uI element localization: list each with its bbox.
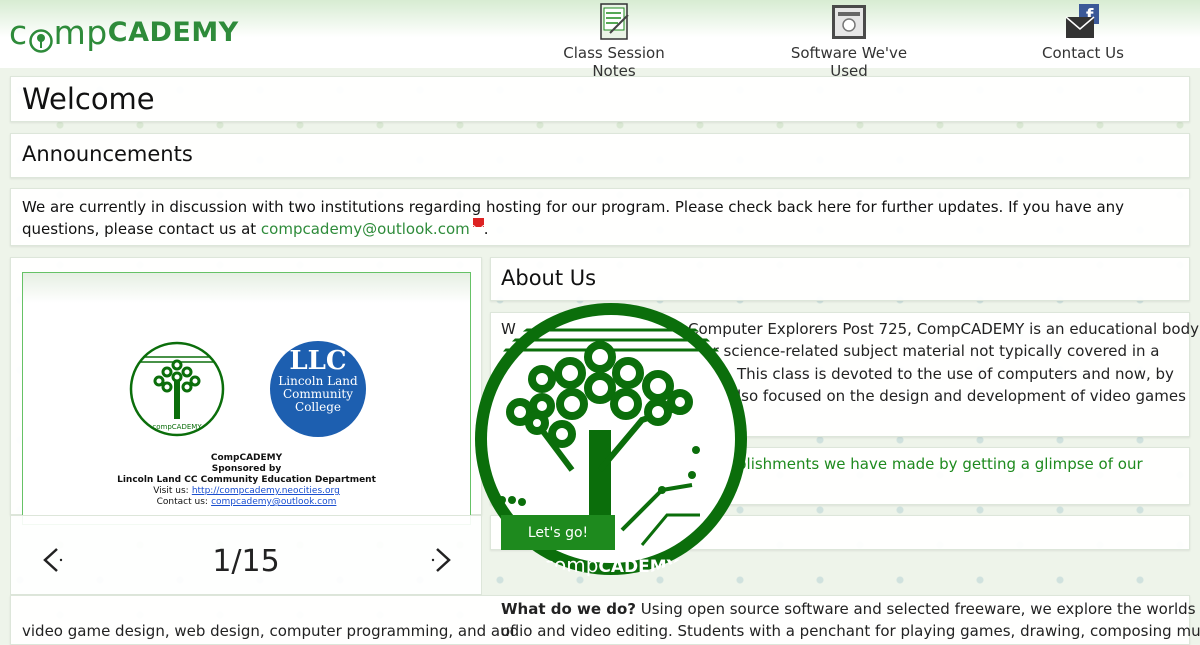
nav-label: Contact Us: [1042, 44, 1124, 62]
slide-image[interactable]: compCADEMY LLC Lincoln Land Community Co…: [22, 272, 471, 525]
contact-mail-icon: f: [1065, 3, 1101, 41]
nav-class-session-notes[interactable]: Class Session Notes: [544, 3, 684, 80]
announcements-title: Announcements: [22, 142, 193, 166]
small-logo-text: compCADEMY: [152, 423, 202, 431]
about-line-3: This class is devoted to the use of comp…: [737, 365, 1174, 383]
about-line-4: lso focused on the design and developmen…: [737, 387, 1186, 405]
site-logo[interactable]: c mp CADEMY: [9, 12, 239, 53]
slide-caption: CompCADEMY Sponsored by Lincoln Land CC …: [23, 453, 470, 508]
llcc-monogram: LLC: [289, 346, 347, 376]
welcome-heading: Welcome: [10, 76, 1190, 122]
notes-icon: [596, 3, 632, 41]
caption-contact: Contact us: compcademy@outlook.com: [23, 497, 470, 508]
about-title: About Us: [501, 266, 597, 290]
circle-logo-text-2: CADEMY: [598, 557, 679, 577]
announcement-end: .: [483, 220, 489, 238]
nav-label: Class Session Notes: [563, 44, 665, 80]
software-icon: [831, 3, 867, 41]
highlight-text: plishments we have made by getting a gli…: [737, 455, 1143, 473]
announcements-heading: Announcements: [10, 133, 1190, 178]
nav-software-used[interactable]: Software We've Used: [774, 3, 924, 80]
what-we-do-line-2: video game design, web design, computer …: [22, 622, 1200, 640]
compcademy-logo-icon: compCADEMY: [129, 341, 225, 437]
contact-link[interactable]: compcademy@outlook.com: [211, 497, 336, 507]
next-slide-icon[interactable]: [429, 546, 455, 574]
caption-sponsor-1: Sponsored by: [211, 464, 282, 474]
slide-counter: 1/15: [212, 544, 280, 579]
caption-title: CompCADEMY: [210, 453, 283, 463]
logo-text-part2: CADEMY: [107, 16, 239, 48]
about-line-1: Computer Explorers Post 725, CompCADEMY …: [688, 320, 1199, 338]
logo-text-mp: mp: [53, 12, 108, 52]
announcement-body: We are currently in discussion with two …: [22, 198, 1125, 238]
contact-email-link[interactable]: compcademy@outlook.com: [261, 220, 470, 238]
circle-logo-text: compCADEMY: [543, 553, 680, 577]
nav-label: Software We've Used: [790, 44, 908, 80]
header-bar: c mp CADEMY Class Session Notes Software…: [0, 0, 1200, 80]
visit-label: Visit us:: [153, 486, 189, 496]
announcement-text: We are currently in discussion with two …: [10, 188, 1190, 246]
llcc-logo-icon: LLC Lincoln Land Community College: [270, 341, 366, 437]
caption-visit: Visit us: http://compcademy.neocities.or…: [23, 486, 470, 497]
llcc-line3: College: [295, 400, 341, 414]
circle-logo-text-1: comp: [543, 553, 598, 577]
lets-go-button[interactable]: Let's go!: [501, 515, 615, 550]
slideshow-controls: 1/15: [10, 515, 482, 595]
visit-link[interactable]: http://compcademy.neocities.org: [192, 486, 340, 496]
logo-tree-icon: [28, 22, 53, 53]
mail-icon: [472, 218, 485, 231]
contact-label: Contact us:: [156, 497, 208, 507]
page-title: Welcome: [22, 82, 155, 116]
caption-sponsor-2: Lincoln Land CC Community Education Depa…: [117, 475, 376, 485]
nav-contact-us[interactable]: f Contact Us: [1040, 3, 1126, 62]
what-label: What do we do?: [501, 600, 636, 618]
about-line-2: uter science-related subject material no…: [688, 342, 1160, 360]
logo-text-part1: c: [9, 12, 28, 52]
about-para-start: W: [501, 320, 516, 338]
